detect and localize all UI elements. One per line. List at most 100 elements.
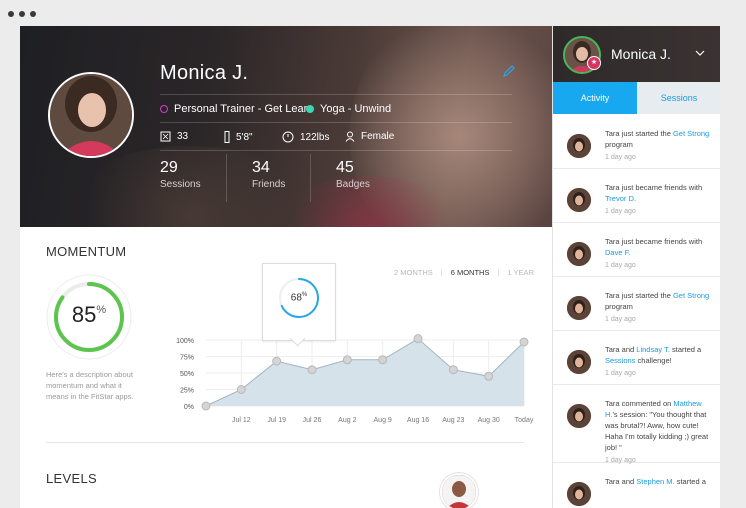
counter-value: 29 (160, 159, 178, 176)
chart-point (342, 355, 352, 365)
feed-item[interactable]: Tara just became friends with Trevor D. 1… (553, 168, 720, 223)
feed-link[interactable]: Stephen M. (636, 477, 674, 486)
height-value: 5'8" (236, 131, 253, 143)
feed-link[interactable]: Trevor D. (605, 194, 636, 203)
counter-value: 45 (336, 159, 354, 176)
chart-point (413, 334, 423, 344)
chevron-down-icon[interactable] (695, 49, 705, 57)
feed-link[interactable]: Dave F. (605, 248, 630, 257)
counter-label: Badges (336, 179, 370, 190)
feed-link[interactable]: Sessions (605, 356, 635, 365)
chart-point (272, 356, 282, 366)
person-icon (345, 131, 355, 142)
gender-value: Female (361, 131, 395, 142)
x-tick-label: Jul 26 (303, 417, 322, 424)
feed-item[interactable]: Tara commented on Matthew H.'s session: … (553, 384, 720, 464)
counter-value: 34 (252, 159, 270, 176)
range-1-year[interactable]: 1 YEAR (507, 268, 534, 277)
x-tick-label: Today (515, 417, 534, 424)
range-2-months[interactable]: 2 MONTHS (394, 268, 433, 277)
chart-point (236, 385, 246, 394)
program-label: Personal Trainer - Get Lean (174, 103, 310, 115)
chart-point (307, 365, 317, 375)
counter-label: Friends (252, 179, 286, 190)
window-dot[interactable] (30, 11, 36, 17)
x-tick-label: Aug 23 (442, 417, 464, 424)
momentum-description: Here's a description about momentum and … (46, 370, 134, 401)
sidebar-header: ★ Monica J. (553, 26, 720, 82)
feed-link[interactable]: Lindsay T. (636, 345, 670, 354)
range-selector: 2 MONTHS | 6 MONTHS | 1 YEAR (394, 268, 534, 277)
badges-counter[interactable]: 45 Badges (336, 159, 422, 190)
friend-avatar[interactable] (567, 242, 591, 266)
calendar-icon (160, 131, 171, 142)
sidebar-tabs: Activity Sessions (553, 82, 720, 114)
feed-text: Tara just started the Get Strong program (605, 129, 710, 149)
feed-item[interactable]: Tara and Lindsay T. started a Sessions c… (553, 330, 720, 385)
x-tick-label: Aug 30 (478, 417, 500, 424)
x-tick-label: Aug 16 (407, 417, 429, 424)
y-tick-label: 75% (180, 355, 194, 362)
feed-link[interactable]: Get Strong (673, 291, 709, 300)
feed-link[interactable]: Get Strong (673, 129, 709, 138)
sessions-counter[interactable]: 29 Sessions (160, 159, 246, 190)
height-stat: 5'8" (224, 131, 253, 143)
friend-avatar[interactable] (567, 482, 591, 506)
feed-time: 1 day ago (605, 370, 636, 377)
chart-point (484, 371, 494, 381)
chart-area (206, 338, 524, 406)
friend-avatar[interactable] (567, 350, 591, 374)
x-tick-label: Jul 19 (267, 417, 286, 424)
feed-item[interactable]: Tara just started the Get Strong program… (553, 114, 720, 169)
tooltip-value: 68% (290, 292, 308, 304)
momentum-percent: 85% (71, 302, 107, 327)
feed-time: 1 day ago (605, 154, 636, 161)
chart-point (201, 401, 211, 411)
user-name[interactable]: Monica J. (611, 46, 671, 62)
friends-counter[interactable]: 34 Friends (252, 159, 338, 190)
x-tick-label: Aug 9 (374, 417, 392, 424)
star-badge-icon: ★ (587, 56, 601, 70)
feed-time: 1 day ago (605, 262, 636, 269)
friend-avatar[interactable] (567, 404, 591, 428)
program-personal-trainer[interactable]: Personal Trainer - Get Lean (160, 103, 310, 115)
tab-sessions[interactable]: Sessions (637, 82, 720, 114)
feed-text: Tara and Lindsay T. started a Sessions c… (605, 345, 702, 365)
scale-icon (282, 131, 294, 143)
window-controls (8, 11, 36, 17)
feed-time: 1 day ago (605, 208, 636, 215)
feed-item[interactable]: Tara just became friends with Dave F. 1 d… (553, 222, 720, 277)
chart-point (519, 337, 529, 347)
profile-avatar[interactable] (48, 72, 134, 158)
momentum-chart: 100% 75% 50% 25% 0% Jul 12 Jul 19 Jul 26 Aug 2 Au… (176, 334, 534, 424)
program-dot-icon (306, 105, 314, 113)
weight-value: 122lbs (300, 131, 330, 143)
levels-title: LEVELS (46, 471, 97, 486)
feed-item[interactable]: Tara and Stephen M. started a (553, 462, 720, 508)
window-dot[interactable] (8, 11, 14, 17)
x-tick-label: Jul 12 (232, 417, 251, 424)
range-6-months[interactable]: 6 MONTHS (451, 268, 490, 277)
weight-stat: 122lbs (282, 131, 329, 143)
counter-label: Sessions (160, 179, 201, 190)
friend-avatar[interactable] (567, 296, 591, 320)
program-yoga[interactable]: Yoga - Unwind (306, 103, 391, 115)
friend-avatar[interactable] (567, 134, 591, 158)
app-window: Monica J. Personal Trainer - Get Lean Yo… (20, 26, 720, 508)
edit-icon[interactable] (502, 64, 516, 78)
feed-text: Tara commented on Matthew H.'s session: … (605, 399, 709, 452)
feed-time: 1 day ago (605, 316, 636, 323)
window-dot[interactable] (19, 11, 25, 17)
friend-avatar[interactable] (567, 188, 591, 212)
profile-header: Monica J. Personal Trainer - Get Lean Yo… (20, 26, 552, 227)
level-avatar[interactable] (440, 473, 478, 508)
feed-text: Tara just started the Get Strong program (605, 291, 710, 311)
momentum-title: MOMENTUM (46, 244, 127, 259)
tab-activity[interactable]: Activity (553, 82, 637, 114)
feed-text: Tara just became friends with Trevor D. (605, 183, 703, 203)
gender-stat: Female (345, 131, 394, 142)
age-value: 33 (177, 131, 189, 142)
x-tick-label: Aug 2 (338, 417, 356, 424)
y-tick-label: 0% (184, 404, 194, 411)
feed-item[interactable]: Tara just started the Get Strong program… (553, 276, 720, 331)
